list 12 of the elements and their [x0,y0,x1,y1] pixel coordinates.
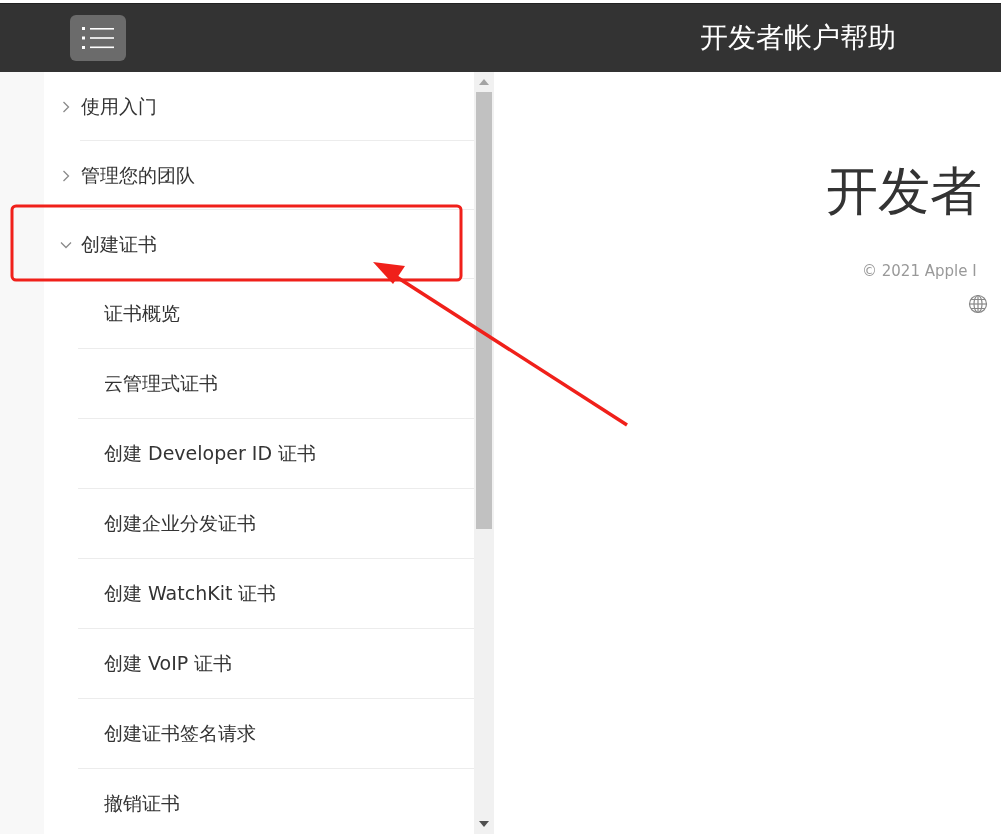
scroll-up-arrow-icon[interactable] [479,79,489,85]
scroll-down-arrow-icon[interactable] [479,821,489,827]
menu-icon [81,25,115,51]
chevron-right-icon [60,169,72,182]
page-heading: 开发者 [826,160,983,223]
scrollbar-thumb[interactable] [476,92,492,529]
page-title: 开发者帐户帮助 [700,20,896,56]
scrollbar[interactable] [474,72,494,834]
globe-icon[interactable] [968,294,988,315]
copyright-text: © 2021 Apple I [862,262,978,281]
menu-button[interactable] [70,15,126,61]
chevron-right-icon [60,100,72,113]
